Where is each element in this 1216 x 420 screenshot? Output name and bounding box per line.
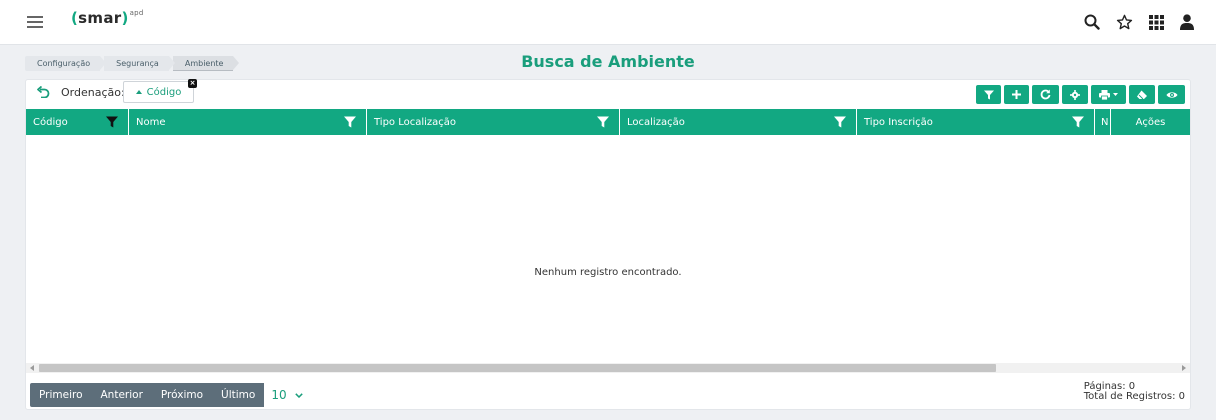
chip-close-icon[interactable]: × bbox=[188, 79, 197, 88]
column-label-tipo-localizacao: Tipo Localização bbox=[374, 117, 457, 128]
view-button[interactable] bbox=[1158, 85, 1185, 104]
column-header-truncated[interactable]: N bbox=[1095, 109, 1111, 135]
refresh-icon bbox=[1040, 89, 1051, 100]
empty-message: Nenhum registro encontrado. bbox=[534, 267, 682, 278]
totals: Páginas: 0 Total de Registros: 0 bbox=[1084, 382, 1185, 402]
filter-icon bbox=[983, 90, 994, 99]
plus-icon bbox=[1012, 90, 1021, 99]
add-button[interactable] bbox=[1004, 85, 1029, 104]
pagination: Primeiro Anterior Próximo Último 10 bbox=[30, 383, 303, 407]
column-header-tipo-inscricao[interactable]: Tipo Inscrição bbox=[857, 109, 1095, 135]
column-label-acoes: Ações bbox=[1135, 117, 1166, 128]
caret-down-icon bbox=[1113, 92, 1118, 96]
scroll-left-icon[interactable] bbox=[30, 365, 34, 371]
settings-button[interactable] bbox=[1062, 85, 1088, 104]
gear-icon bbox=[1070, 89, 1080, 100]
table-header: Código Nome Tipo Localização Localização… bbox=[26, 109, 1190, 135]
column-header-localizacao[interactable]: Localização bbox=[620, 109, 857, 135]
logo-sup: apd bbox=[129, 9, 144, 17]
logo[interactable]: (smar)apd bbox=[71, 9, 144, 27]
ordering-label: Ordenação: bbox=[61, 86, 125, 99]
horizontal-scrollbar[interactable] bbox=[26, 363, 1190, 373]
filter-button[interactable] bbox=[976, 85, 1001, 104]
eraser-icon bbox=[1137, 90, 1147, 99]
column-header-nome[interactable]: Nome bbox=[129, 109, 367, 135]
column-label-nome: Nome bbox=[136, 117, 166, 128]
column-label-codigo: Código bbox=[33, 117, 68, 128]
search-icon[interactable] bbox=[1084, 14, 1100, 30]
toolbar bbox=[976, 85, 1185, 104]
refresh-button[interactable] bbox=[1032, 85, 1059, 104]
top-bar: (smar)apd bbox=[0, 0, 1216, 45]
total-records: Total de Registros: 0 bbox=[1083, 391, 1185, 402]
filter-icon[interactable] bbox=[106, 116, 118, 128]
eye-icon bbox=[1166, 91, 1177, 98]
column-label-localizacao: Localização bbox=[627, 117, 685, 128]
star-icon[interactable] bbox=[1116, 14, 1133, 30]
next-page-button[interactable]: Próximo bbox=[151, 383, 213, 407]
last-page-button[interactable]: Último bbox=[212, 383, 265, 407]
previous-page-button[interactable]: Anterior bbox=[91, 383, 152, 407]
page-size-select[interactable]: 10 bbox=[264, 383, 303, 407]
page-title: Busca de Ambiente bbox=[521, 52, 695, 71]
filter-icon[interactable] bbox=[597, 116, 609, 128]
first-page-button[interactable]: Primeiro bbox=[30, 383, 92, 407]
sort-chip-codigo[interactable]: Código bbox=[123, 81, 194, 103]
scrollbar-thumb[interactable] bbox=[39, 364, 996, 372]
page-size-value: 10 bbox=[271, 388, 287, 402]
scroll-right-icon[interactable] bbox=[1182, 365, 1186, 371]
print-icon bbox=[1099, 89, 1110, 100]
filter-icon[interactable] bbox=[1072, 116, 1084, 128]
print-button[interactable] bbox=[1091, 85, 1126, 104]
user-icon[interactable] bbox=[1180, 14, 1194, 30]
apps-grid-icon[interactable] bbox=[1149, 14, 1164, 30]
logo-text: smar bbox=[78, 9, 122, 27]
search-card: Ordenação: Código × Código Nome Tipo Loc… bbox=[25, 79, 1191, 410]
filter-icon[interactable] bbox=[344, 116, 356, 128]
column-header-codigo[interactable]: Código bbox=[26, 109, 129, 135]
chevron-down-icon bbox=[294, 392, 303, 398]
clear-button[interactable] bbox=[1129, 85, 1155, 104]
sort-asc-icon bbox=[135, 90, 142, 94]
column-label-tipo-inscricao: Tipo Inscrição bbox=[864, 117, 933, 128]
sort-chip-label: Código bbox=[146, 86, 182, 98]
column-label-truncated: N bbox=[1101, 117, 1109, 128]
undo-icon[interactable] bbox=[36, 86, 50, 98]
column-header-acoes: Ações bbox=[1111, 109, 1190, 135]
filter-icon[interactable] bbox=[834, 116, 846, 128]
menu-icon[interactable] bbox=[27, 16, 43, 28]
column-header-tipo-localizacao[interactable]: Tipo Localização bbox=[367, 109, 620, 135]
